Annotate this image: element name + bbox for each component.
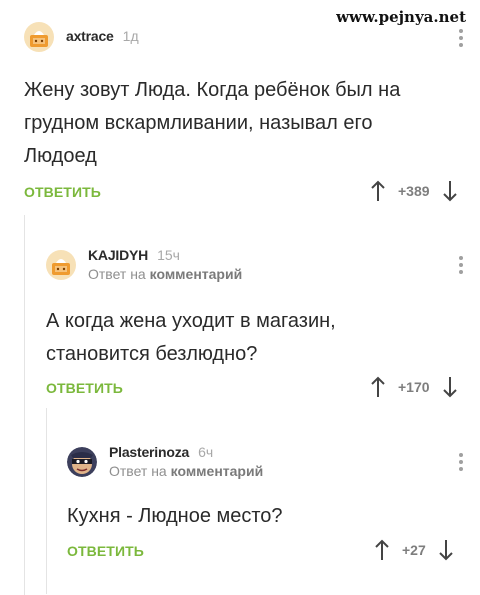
comment-time: 1д bbox=[122, 28, 139, 44]
comment-text: А когда жена уходит в магазин, становитс… bbox=[46, 310, 336, 365]
arrow-down-icon[interactable] bbox=[442, 376, 458, 398]
arrow-up-icon[interactable] bbox=[370, 376, 386, 398]
kebab-menu-icon[interactable] bbox=[459, 256, 463, 274]
arrow-up-icon[interactable] bbox=[374, 539, 390, 561]
reply-button[interactable]: ОТВЕТИТЬ bbox=[24, 184, 101, 200]
reply-button[interactable]: ОТВЕТИТЬ bbox=[46, 380, 123, 396]
reply-button[interactable]: ОТВЕТИТЬ bbox=[67, 543, 144, 559]
arrow-up-icon[interactable] bbox=[370, 180, 386, 202]
vote-controls: +170 bbox=[370, 376, 458, 398]
arrow-down-icon[interactable] bbox=[438, 539, 454, 561]
comment-score: +27 bbox=[402, 542, 426, 558]
thread-line bbox=[24, 215, 25, 595]
arrow-down-icon[interactable] bbox=[442, 180, 458, 202]
reply-to-label: Ответ на комментарий bbox=[88, 266, 243, 282]
avatar[interactable] bbox=[67, 446, 97, 477]
username[interactable]: Plasterinoza bbox=[109, 444, 189, 460]
comment-header: KAJIDYH 15ч Ответ на комментарий bbox=[46, 247, 242, 282]
comment-text: Жену зовут Люда. Когда ребёнок был на гр… bbox=[24, 79, 401, 167]
comment-score: +389 bbox=[398, 183, 430, 199]
comment-score: +170 bbox=[398, 379, 430, 395]
comment-header: Plasterinoza 6ч Ответ на комментарий bbox=[67, 444, 263, 479]
thread-line bbox=[46, 408, 47, 594]
avatar[interactable] bbox=[46, 249, 76, 280]
username[interactable]: axtrace bbox=[66, 28, 114, 44]
reply-to-link[interactable]: комментарий bbox=[150, 266, 243, 282]
comment-text: Кухня - Людное место? bbox=[67, 505, 283, 527]
comment-time: 15ч bbox=[157, 247, 180, 263]
username[interactable]: KAJIDYH bbox=[88, 247, 148, 263]
reply-to-label: Ответ на комментарий bbox=[109, 463, 264, 479]
kebab-menu-icon[interactable] bbox=[459, 453, 463, 471]
vote-controls: +27 bbox=[374, 539, 454, 561]
comment-time: 6ч bbox=[198, 444, 214, 460]
avatar[interactable] bbox=[24, 22, 54, 52]
site-watermark: www.pejnya.net bbox=[336, 8, 466, 26]
reply-to-link[interactable]: комментарий bbox=[171, 463, 264, 479]
kebab-menu-icon[interactable] bbox=[459, 29, 463, 47]
vote-controls: +389 bbox=[370, 180, 458, 202]
comment-header: axtrace 1д bbox=[24, 22, 139, 52]
